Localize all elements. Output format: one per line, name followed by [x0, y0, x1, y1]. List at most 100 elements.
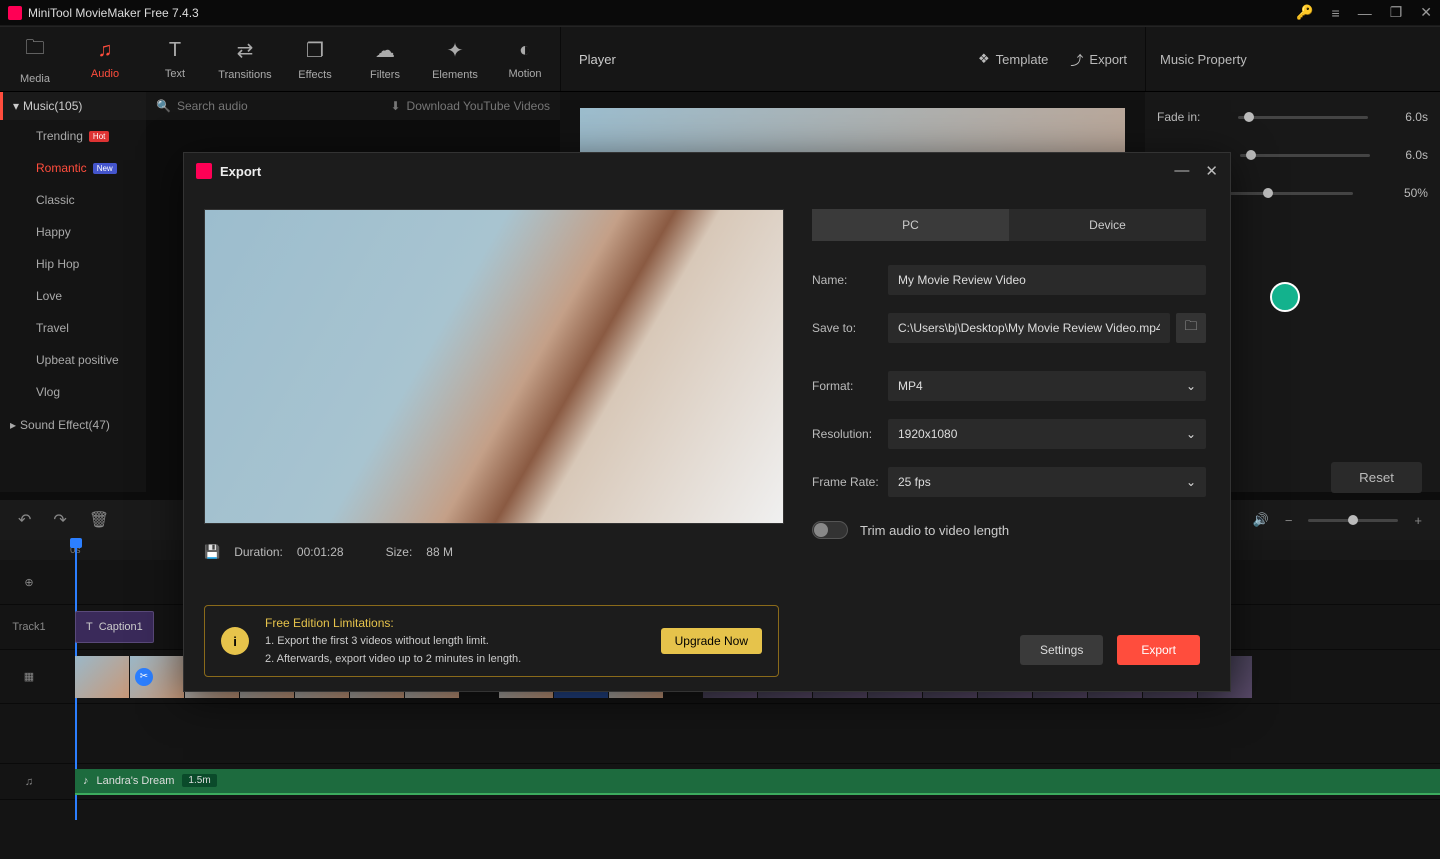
zoom-out-icon[interactable]: −	[1285, 513, 1293, 528]
saveto-input[interactable]	[888, 313, 1170, 343]
track-spacer	[0, 704, 1440, 764]
maximize-icon[interactable]: ❐	[1390, 4, 1403, 21]
size-label: Size:	[386, 545, 413, 559]
framerate-select[interactable]: 25 fps⌄	[888, 467, 1206, 497]
export-button-top[interactable]: ⤴Export	[1070, 50, 1127, 69]
caption-clip[interactable]: TCaption1	[75, 611, 154, 643]
text-icon: T	[86, 621, 93, 633]
hot-badge: Hot	[89, 131, 109, 142]
grammarly-icon[interactable]	[1270, 282, 1300, 312]
framerate-label: Frame Rate:	[812, 475, 888, 489]
app-title: MiniTool MovieMaker Free 7.4.3	[28, 6, 1296, 20]
name-label: Name:	[812, 273, 888, 287]
save-icon: 💾	[204, 544, 220, 560]
close-icon[interactable]: ✕	[1420, 4, 1432, 21]
key-icon[interactable]: 🔑	[1296, 4, 1313, 21]
template-button[interactable]: ❖Template	[978, 51, 1048, 67]
sidebar-item-love[interactable]: Love	[0, 280, 146, 312]
toolbar-transitions[interactable]: ⇄Transitions	[210, 33, 280, 85]
sidebar-item-travel[interactable]: Travel	[0, 312, 146, 344]
reset-button[interactable]: Reset	[1331, 462, 1422, 493]
format-label: Format:	[812, 379, 888, 393]
search-input[interactable]: Search audio	[177, 99, 248, 113]
sidebar: ▾ Music(105) TrendingHot RomanticNew Cla…	[0, 92, 146, 492]
toolbar-text[interactable]: TText	[140, 33, 210, 85]
filters-icon: ☁	[375, 38, 395, 63]
effects-icon: ❐	[306, 38, 324, 63]
volume-value: 50%	[1404, 186, 1428, 200]
sidebar-item-upbeat[interactable]: Upbeat positive	[0, 344, 146, 376]
folder-icon: 🗀	[25, 33, 45, 67]
size-value: 88 M	[426, 545, 453, 559]
minimize-icon[interactable]: —	[1358, 5, 1372, 21]
search-bar: 🔍 Search audio ⬇Download YouTube Videos	[146, 92, 560, 120]
toolbar-elements[interactable]: ✦Elements	[420, 33, 490, 85]
sidebar-item-happy[interactable]: Happy	[0, 216, 146, 248]
export-button[interactable]: Export	[1117, 635, 1200, 665]
export-preview	[204, 209, 784, 524]
chevron-down-icon: ⌄	[1186, 379, 1196, 393]
download-youtube-link[interactable]: ⬇Download YouTube Videos	[390, 99, 550, 113]
limitation-title: Free Edition Limitations:	[265, 614, 645, 633]
redo-icon[interactable]: ↷	[53, 510, 66, 530]
name-input[interactable]	[888, 265, 1206, 295]
sidebar-item-romantic[interactable]: RomanticNew	[0, 152, 146, 184]
music-property-header: Music Property	[1145, 27, 1440, 91]
tab-device[interactable]: Device	[1009, 209, 1206, 241]
tab-pc[interactable]: PC	[812, 209, 1009, 241]
player-label: Player	[579, 52, 616, 67]
toolbar-effects[interactable]: ❐Effects	[280, 33, 350, 85]
volume-icon[interactable]: 🔊	[1253, 512, 1269, 528]
toolbar-motion[interactable]: ◐Motion	[490, 33, 560, 85]
text-icon: T	[169, 39, 181, 62]
modal-minimize-icon[interactable]: —	[1174, 162, 1189, 180]
sidebar-sound-effect[interactable]: ▸ Sound Effect(47)	[0, 408, 146, 442]
elements-icon: ✦	[447, 38, 464, 63]
chevron-down-icon: ⌄	[1186, 475, 1196, 489]
download-icon: ⬇	[390, 99, 400, 113]
undo-icon[interactable]: ↶	[18, 510, 31, 530]
track1-label: Track1	[0, 621, 58, 633]
limitation-box: i Free Edition Limitations: 1. Export th…	[204, 605, 779, 677]
toolbar-audio[interactable]: ♫Audio	[70, 33, 140, 85]
duration-label: Duration:	[234, 545, 283, 559]
menu-icon[interactable]: ≡	[1332, 5, 1340, 21]
settings-button[interactable]: Settings	[1020, 635, 1103, 665]
modal-title: Export	[220, 164, 1174, 179]
duration-value: 00:01:28	[297, 545, 344, 559]
search-icon: 🔍	[156, 99, 171, 113]
sidebar-item-classic[interactable]: Classic	[0, 184, 146, 216]
trim-toggle[interactable]	[812, 521, 848, 539]
fade-in-slider[interactable]	[1238, 116, 1368, 119]
cut-icon[interactable]: ✂	[135, 668, 153, 686]
modal-close-icon[interactable]: ✕	[1205, 162, 1218, 180]
volume-slider[interactable]	[1223, 192, 1353, 195]
track-audio: ♫ ♪ Landra's Dream 1.5m	[0, 764, 1440, 800]
format-select[interactable]: MP4⌄	[888, 371, 1206, 401]
audio-track-icon: ♫	[0, 776, 58, 788]
browse-button[interactable]: 🗀	[1176, 313, 1206, 343]
zoom-slider[interactable]	[1308, 519, 1398, 522]
trim-label: Trim audio to video length	[860, 523, 1009, 538]
player-header: Player ❖Template ⤴Export	[561, 27, 1145, 91]
sidebar-item-vlog[interactable]: Vlog	[0, 376, 146, 408]
sidebar-header-music[interactable]: ▾ Music(105)	[0, 92, 146, 120]
limitation-line2: 2. Afterwards, export video up to 2 minu…	[265, 651, 645, 669]
toolbar-filters[interactable]: ☁Filters	[350, 33, 420, 85]
music-note-icon: ♪	[83, 775, 89, 787]
template-icon: ❖	[978, 51, 990, 67]
audio-clip[interactable]: ♪ Landra's Dream 1.5m	[75, 769, 1440, 795]
export-modal: Export — ✕ 💾 Duration: 00:01:28 Size: 88…	[183, 152, 1231, 692]
saveto-label: Save to:	[812, 321, 888, 335]
modal-header: Export — ✕	[184, 153, 1230, 189]
fade-out-slider[interactable]	[1240, 154, 1370, 157]
resolution-select[interactable]: 1920x1080⌄	[888, 419, 1206, 449]
toolbar-media[interactable]: 🗀Media	[0, 33, 70, 85]
zoom-in-icon[interactable]: +	[1414, 513, 1422, 528]
upgrade-button[interactable]: Upgrade Now	[661, 628, 762, 654]
trash-icon[interactable]: 🗑	[89, 510, 109, 530]
add-track-icon[interactable]: ⊕	[0, 576, 58, 589]
app-logo	[8, 6, 22, 20]
sidebar-item-hiphop[interactable]: Hip Hop	[0, 248, 146, 280]
sidebar-item-trending[interactable]: TrendingHot	[0, 120, 146, 152]
